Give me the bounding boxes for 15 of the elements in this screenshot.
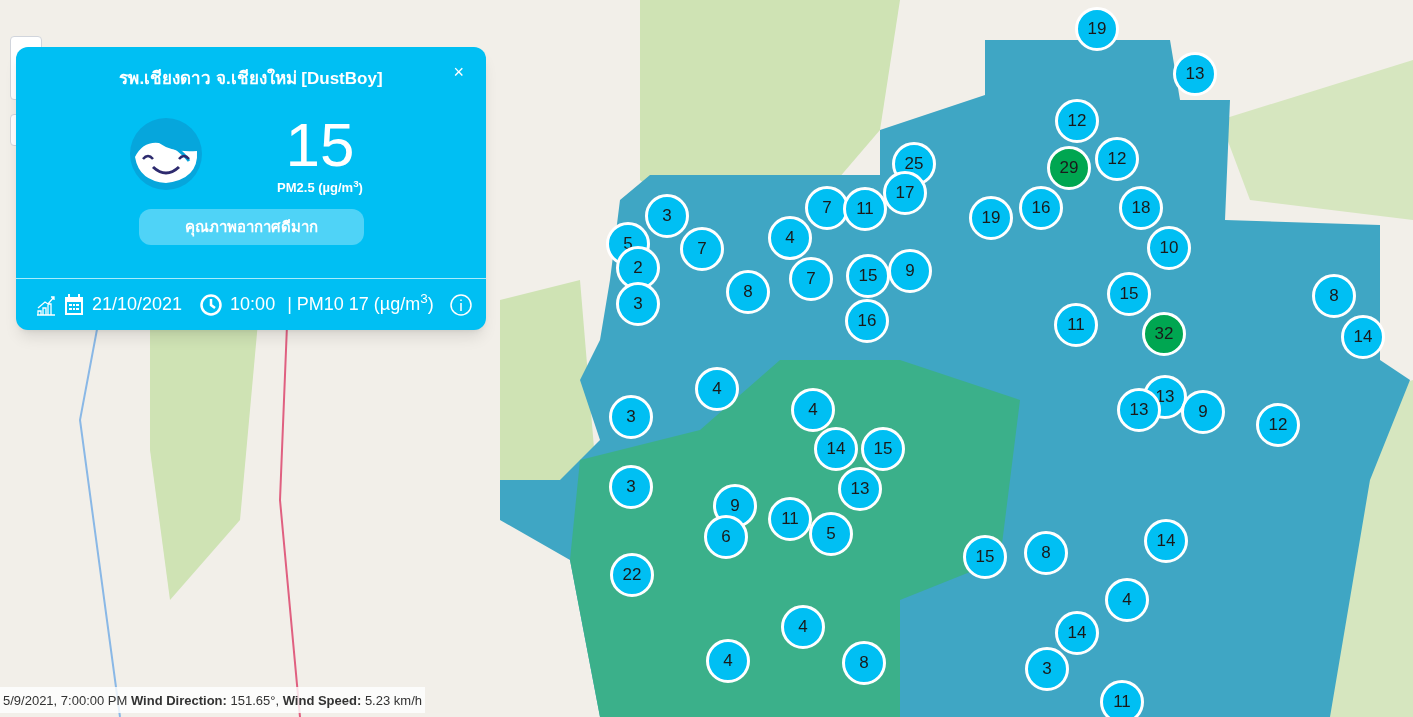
smiling-face-icon: [129, 117, 204, 192]
calendar-icon: [64, 293, 84, 316]
clock-icon: [200, 293, 223, 316]
chart-icon[interactable]: [36, 293, 56, 316]
pm10-text: | PM10 17 (µg/m$^{3}$): [287, 291, 434, 316]
map-marker[interactable]: 19: [1075, 7, 1119, 51]
time-text: 10:00: [230, 293, 276, 316]
wind-status-text: 5/9/2021, 7:00:00 PM Wind Direction: 151.65°, Wind Speed: 5.23 km/h: [3, 693, 422, 708]
station-title: รพ.เชียงดาว จ.เชียงใหม่ [DustBoy]: [119, 67, 383, 90]
pm25-unit: PM2.5 (µg/m$^{3}$): [277, 177, 363, 197]
info-icon[interactable]: [449, 293, 472, 316]
map-marker[interactable]: 13: [1173, 52, 1217, 96]
air-quality-badge: คุณภาพอากาศดีมาก: [138, 209, 364, 245]
pm25-value: 15: [285, 111, 355, 178]
date-text: 21/10/2021: [92, 293, 183, 316]
